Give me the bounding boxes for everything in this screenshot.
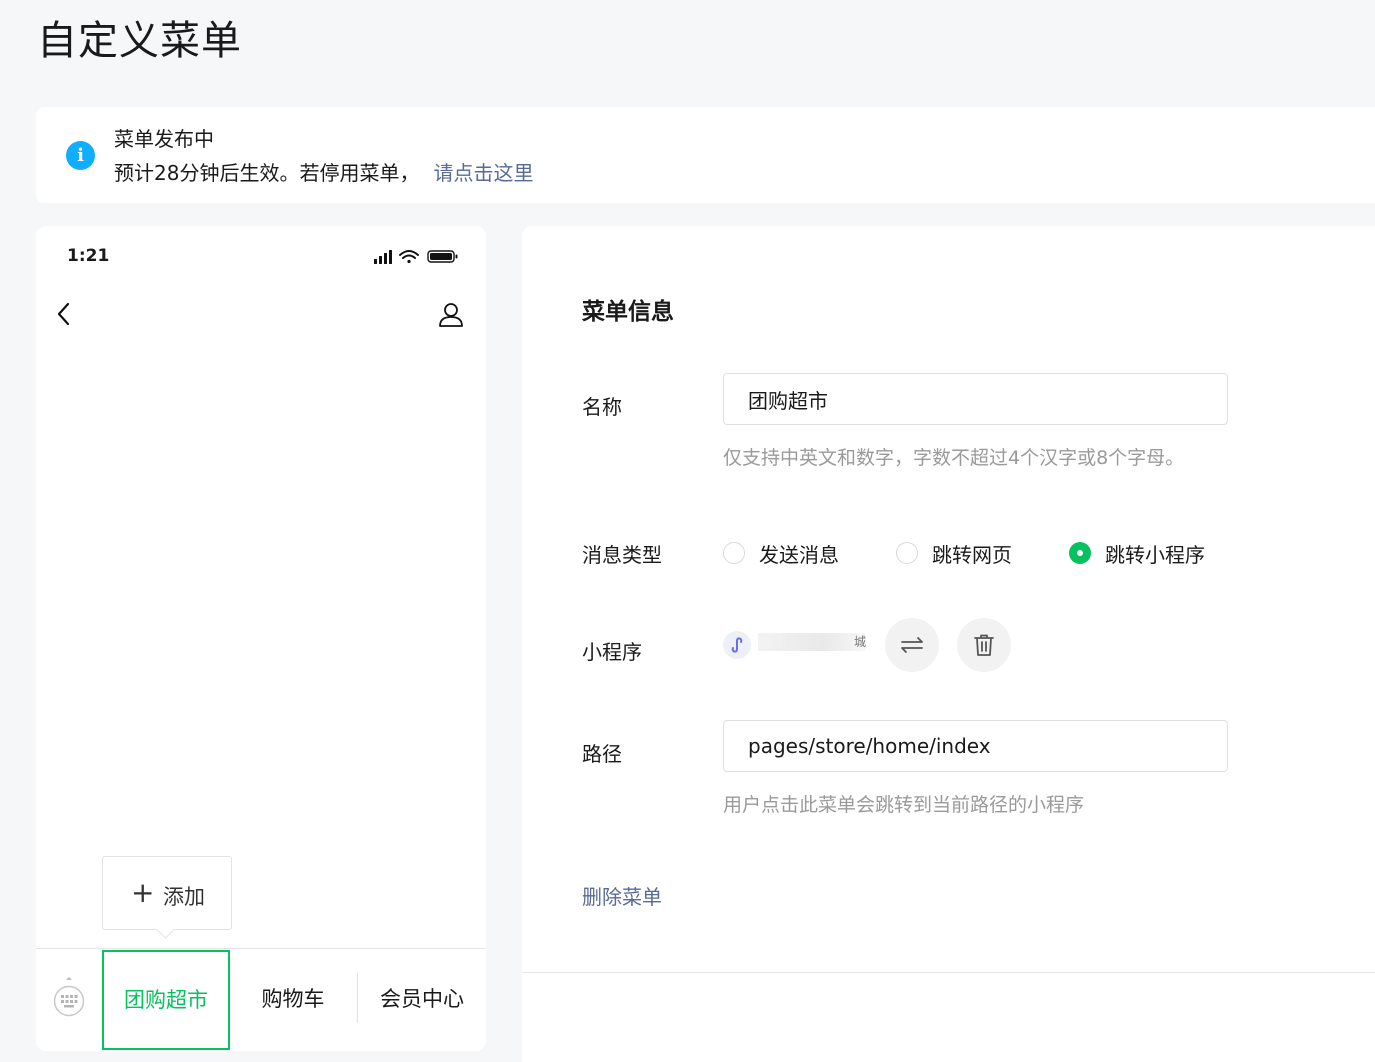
mini-program-name: 城 — [758, 633, 866, 651]
phone-preview: 1:21 + 添加 团购超市 购物车 会员中心 — [36, 226, 486, 1051]
back-icon[interactable] — [54, 300, 74, 328]
menu-info-panel: 菜单信息 名称 仅支持中英文和数字，字数不超过4个汉字或8个字母。 消息类型 发… — [522, 226, 1375, 1062]
publish-notice: i 菜单发布中 预计28分钟后生效。若停用菜单， 请点击这里 — [36, 107, 1375, 203]
menu-item-group-buy[interactable]: 团购超市 — [102, 950, 230, 1050]
status-time: 1:21 — [67, 246, 110, 266]
radio-label: 跳转小程序 — [1105, 542, 1205, 567]
name-input[interactable] — [723, 373, 1228, 425]
keyboard-icon[interactable] — [52, 975, 86, 1019]
name-hint: 仅支持中英文和数字，字数不超过4个汉字或8个字母。 — [723, 447, 1185, 469]
notice-title: 菜单发布中 — [114, 127, 214, 151]
notice-message: 预计28分钟后生效。若停用菜单， — [114, 161, 420, 185]
page-title: 自定义菜单 — [37, 18, 242, 64]
menu-item-member-center[interactable]: 会员中心 — [358, 949, 486, 1050]
swap-icon — [901, 637, 923, 653]
menu-item-cart[interactable]: 购物车 — [230, 949, 356, 1050]
menu-bar: 团购超市 购物车 会员中心 — [36, 948, 486, 1051]
mini-program-label: 小程序 — [582, 640, 642, 664]
add-submenu-button[interactable]: + 添加 — [102, 856, 232, 930]
switch-mini-program-button[interactable] — [885, 618, 939, 672]
user-icon[interactable] — [437, 300, 465, 328]
path-label: 路径 — [582, 742, 622, 766]
info-icon: i — [66, 141, 95, 170]
radio-circle-selected — [1069, 542, 1091, 564]
radio-circle — [723, 542, 745, 564]
radio-open-webpage[interactable]: 跳转网页 — [896, 539, 1012, 567]
message-type-label: 消息类型 — [582, 543, 662, 567]
notice-message-line: 预计28分钟后生效。若停用菜单， 请点击这里 — [114, 157, 533, 186]
delete-menu-link[interactable]: 删除菜单 — [582, 881, 662, 910]
trash-icon — [974, 634, 994, 656]
path-hint: 用户点击此菜单会跳转到当前路径的小程序 — [723, 794, 1085, 816]
radio-circle — [896, 542, 918, 564]
signal-icon — [374, 250, 392, 264]
wifi-icon — [399, 250, 419, 264]
panel-title: 菜单信息 — [582, 299, 674, 325]
radio-label: 跳转网页 — [932, 542, 1012, 567]
add-label: 添加 — [163, 885, 205, 909]
radio-open-mini-program[interactable]: 跳转小程序 — [1069, 539, 1205, 567]
status-icons — [374, 250, 458, 264]
plus-icon: + — [131, 876, 155, 909]
stop-menu-link[interactable]: 请点击这里 — [433, 161, 533, 185]
panel-divider — [522, 972, 1375, 973]
mini-program-icon — [723, 631, 751, 659]
delete-mini-program-button[interactable] — [957, 618, 1011, 672]
path-input[interactable] — [723, 720, 1228, 772]
radio-label: 发送消息 — [759, 542, 839, 567]
radio-send-message[interactable]: 发送消息 — [723, 539, 839, 567]
battery-icon — [427, 250, 458, 263]
name-label: 名称 — [582, 395, 622, 419]
